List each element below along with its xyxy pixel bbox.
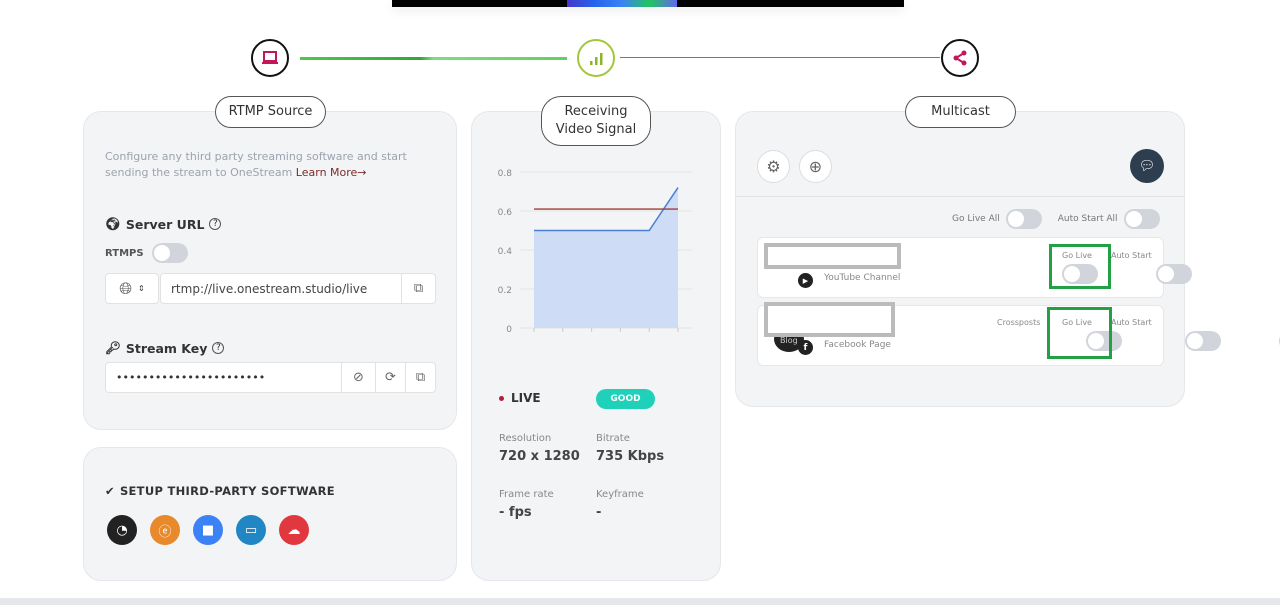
learn-more-link[interactable]: Learn More→ (296, 166, 367, 179)
y-tick-label: 0 (506, 325, 512, 335)
streamyard-icon[interactable]: ▭ (236, 515, 266, 545)
go-live-label: Go Live (1062, 318, 1092, 327)
signal-icon (590, 53, 603, 65)
page-footer-bar (0, 598, 1280, 605)
setup-title: ✔ SETUP THIRD-PARTY SOFTWARE (105, 484, 335, 498)
facebook-icon: f (798, 340, 813, 355)
step-signal[interactable] (577, 39, 615, 77)
setup-panel (83, 447, 457, 581)
video-preview (392, 0, 904, 7)
auto-start-label: Auto Start (1111, 251, 1152, 260)
server-url-field[interactable]: rtmp://live.onestream.studio/live ⧉ (160, 273, 436, 304)
rtmp-description: Configure any third party streaming soft… (105, 149, 425, 181)
channel-type: Facebook Page (824, 340, 891, 350)
help-icon[interactable]: ? (209, 218, 222, 230)
server-url-value: rtmp://live.onestream.studio/live (171, 281, 368, 296)
bitrate-chart: 0 0.2 0.4 0.6 0.8 (498, 169, 692, 335)
y-tick-label: 0.6 (498, 208, 513, 218)
live-dot-icon (499, 395, 504, 401)
stream-key-value: ••••••••••••••••••••••• (116, 371, 266, 384)
progress-line-pending (620, 57, 940, 58)
framerate-value: - fps (499, 505, 532, 520)
y-tick-label: 0.4 (498, 247, 513, 257)
live-status: LIVE (499, 391, 541, 405)
setup-title-text: SETUP THIRD-PARTY SOFTWARE (119, 484, 335, 498)
go-live-toggle[interactable] (1062, 264, 1098, 284)
multicast-title: Multicast (905, 96, 1016, 128)
globe-icon: 🌍︎ (105, 216, 121, 231)
youtube-icon: ▶ (798, 273, 813, 288)
software-list: ◔ ⓔ ■ ▭ ☁ (107, 515, 309, 545)
resolution-label: Resolution (499, 433, 552, 444)
gears-icon: ⚙ (766, 157, 781, 176)
cloud-download-icon[interactable]: ☁ (279, 515, 309, 545)
stream-key-text: Stream Key (125, 340, 208, 356)
chat-icon: 💬︎ (1138, 158, 1156, 174)
go-live-label: Go Live (1062, 251, 1092, 260)
stream-key-field[interactable]: ••••••••••••••••••••••• ⊘ ⟳ ⧉ (105, 362, 436, 393)
channel-type: YouTube Channel (824, 273, 901, 283)
ecamm-icon[interactable]: ⓔ (150, 515, 180, 545)
toggle-visibility-button[interactable]: ⊘ (341, 363, 375, 392)
go-live-all-label: Go Live All (952, 214, 1000, 224)
protocol-select[interactable]: 🌐︎ ⇕ (105, 273, 159, 304)
rtmps-row: RTMPS (105, 243, 188, 263)
y-tick-label: 0.8 (498, 169, 513, 179)
add-channel-button[interactable]: ⊕ (799, 150, 832, 183)
zoom-icon[interactable]: ■ (193, 515, 223, 545)
quality-badge: GOOD (596, 389, 655, 409)
globe-icon: 🌐︎ (119, 278, 133, 298)
auto-start-all-toggle[interactable] (1123, 209, 1160, 229)
double-check-icon: ✔ (105, 484, 115, 498)
server-url-label: 🌍︎ Server URL? (105, 216, 222, 232)
obs-icon[interactable]: ◔ (107, 515, 137, 545)
go-live-all-row: Go Live All Auto Start All (952, 209, 1160, 229)
regenerate-key-button[interactable]: ⟳ (375, 363, 405, 392)
help-icon[interactable]: ? (212, 342, 225, 354)
copy-key-button[interactable]: ⧉ (405, 363, 435, 392)
crossposts-label: Crossposts (997, 318, 1041, 327)
laptop-icon (262, 51, 278, 64)
copy-icon: ⧉ (413, 281, 424, 296)
go-live-all-toggle[interactable] (1005, 209, 1042, 229)
divider (736, 196, 1184, 197)
key-icon: 🔑︎ (105, 340, 121, 355)
chat-button[interactable]: 💬︎ (1130, 149, 1164, 183)
resolution-value: 720 x 1280 (499, 449, 580, 464)
step-rtmp[interactable] (251, 39, 289, 77)
go-live-toggle[interactable] (1185, 331, 1222, 351)
keyframe-value: - (596, 505, 602, 520)
stream-key-label: 🔑︎ Stream Key? (105, 340, 225, 356)
auto-start-toggle[interactable] (1156, 264, 1193, 284)
auto-start-label: Auto Start (1111, 318, 1152, 327)
progress-line-done (300, 57, 567, 60)
eye-slash-icon: ⊘ (353, 370, 364, 385)
chevron-updown-icon: ⇕ (138, 284, 145, 293)
refresh-icon: ⟳ (385, 370, 396, 385)
keyframe-label: Keyframe (596, 489, 644, 500)
rtmps-label: RTMPS (105, 247, 144, 259)
signal-title: Receiving Video Signal (541, 96, 651, 146)
avatar-text: Blog (780, 336, 798, 345)
step-multicast[interactable] (941, 39, 979, 77)
server-url-text: Server URL (125, 216, 205, 232)
bitrate-value: 735 Kbps (596, 449, 665, 464)
framerate-label: Frame rate (499, 489, 554, 500)
redacted-name (764, 302, 895, 337)
auto-start-all-label: Auto Start All (1057, 214, 1118, 224)
bitrate-label: Bitrate (596, 433, 630, 444)
copy-url-button[interactable]: ⧉ (401, 274, 435, 303)
plus-circle-icon: ⊕ (808, 157, 823, 176)
highlight-box (1047, 307, 1112, 359)
redacted-name (764, 243, 901, 269)
share-icon (953, 50, 967, 66)
rtmp-title: RTMP Source (215, 96, 326, 128)
settings-button[interactable]: ⚙ (757, 150, 790, 183)
y-tick-label: 0.2 (498, 286, 512, 296)
rtmps-toggle[interactable] (151, 243, 188, 263)
live-text: LIVE (511, 391, 541, 405)
copy-icon: ⧉ (415, 370, 426, 385)
